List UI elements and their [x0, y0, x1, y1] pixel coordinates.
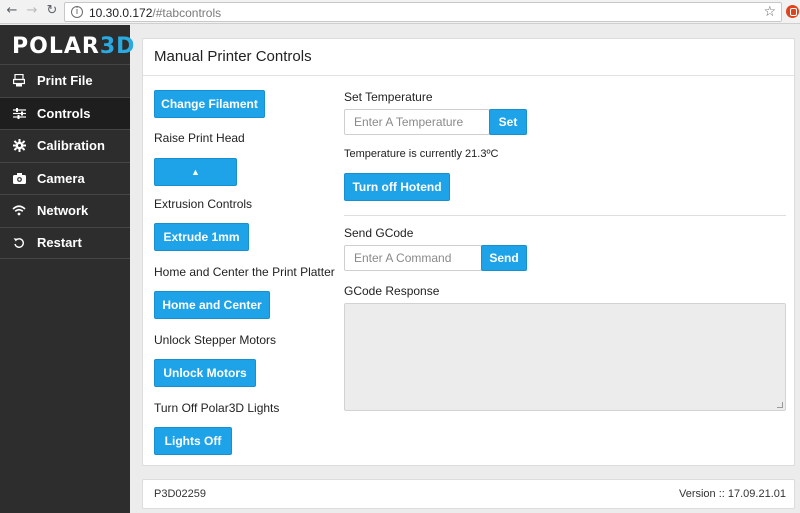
sidebar-item-label: Restart: [37, 235, 82, 251]
change-filament-button[interactable]: Change Filament: [154, 90, 265, 118]
controls-panel: Manual Printer Controls Change Filament …: [142, 38, 795, 466]
polar3d-logo[interactable]: POLAR3D: [12, 34, 135, 60]
send-gcode-label: Send GCode: [344, 226, 414, 240]
browser-toolbar: ← → ↻ i 10.30.0.172/#tabcontrols ☆: [0, 0, 800, 24]
bookmark-star-icon[interactable]: ☆: [763, 4, 776, 20]
extrusion-controls-label: Extrusion Controls: [154, 197, 253, 211]
sidebar-nav: Print File Controls Calibration Camera N…: [0, 64, 130, 259]
sidebar-item-camera[interactable]: Camera: [0, 161, 130, 195]
sidebar-item-label: Camera: [37, 170, 85, 186]
sidebar-item-controls[interactable]: Controls: [0, 96, 130, 129]
gcode-command-input[interactable]: [344, 245, 482, 271]
printer-icon: [12, 74, 26, 88]
set-temperature-label: Set Temperature: [344, 90, 433, 104]
sidebar-item-restart[interactable]: Restart: [0, 226, 130, 259]
url-path: /#tabcontrols: [152, 6, 222, 20]
sliders-icon: [12, 106, 26, 120]
sidebar-item-label: Controls: [37, 105, 91, 121]
extrude-button[interactable]: Extrude 1mm: [154, 223, 249, 251]
logo-text-3d: 3D: [99, 34, 136, 59]
sidebar-item-calibration[interactable]: Calibration: [0, 129, 130, 162]
extension-icon[interactable]: [786, 5, 799, 18]
forward-icon[interactable]: →: [24, 3, 40, 19]
section-divider: [344, 215, 786, 216]
raise-print-head-label: Raise Print Head: [154, 131, 245, 145]
printer-serial: P3D02259: [154, 488, 206, 500]
sidebar-item-label: Print File: [37, 73, 93, 89]
raise-head-button[interactable]: ▲: [154, 158, 237, 186]
lights-off-button[interactable]: Lights Off: [154, 427, 232, 455]
title-divider: [143, 75, 794, 76]
gear-icon: [12, 139, 26, 153]
sidebar: POLAR3D Print File Controls Calibration …: [0, 25, 134, 513]
set-temperature-button[interactable]: Set: [489, 109, 527, 135]
sidebar-item-label: Calibration: [37, 138, 105, 154]
version-text: Version :: 17.09.21.01: [678, 488, 786, 500]
turn-off-hotend-button[interactable]: Turn off Hotend: [344, 173, 450, 201]
home-center-button[interactable]: Home and Center: [154, 291, 270, 319]
info-icon[interactable]: i: [71, 6, 83, 18]
gcode-response-label: GCode Response: [344, 284, 440, 298]
logo-text-polar: POLAR: [12, 34, 100, 59]
page-title: Manual Printer Controls: [154, 48, 312, 65]
unlock-motors-label: Unlock Stepper Motors: [154, 333, 277, 347]
resize-handle[interactable]: [777, 402, 783, 408]
restart-icon: [12, 236, 26, 250]
sidebar-item-network[interactable]: Network: [0, 194, 130, 227]
sidebar-item-print-file[interactable]: Print File: [0, 64, 130, 97]
gcode-response-textarea[interactable]: [344, 303, 786, 411]
url-host: 10.30.0.172: [89, 6, 153, 20]
camera-icon: [12, 171, 26, 185]
back-icon[interactable]: ←: [4, 3, 20, 19]
unlock-motors-button[interactable]: Unlock Motors: [154, 359, 256, 387]
home-center-label: Home and Center the Print Platter: [154, 265, 335, 279]
sidebar-item-label: Network: [37, 203, 89, 219]
temperature-status: Temperature is currently 21.3ºC: [344, 148, 499, 160]
url-text[interactable]: 10.30.0.172/#tabcontrols: [89, 6, 221, 20]
reload-icon[interactable]: ↻: [44, 3, 60, 19]
footer: P3D02259 Version :: 17.09.21.01: [142, 479, 795, 509]
temperature-input[interactable]: [344, 109, 490, 135]
lights-off-label: Turn Off Polar3D Lights: [154, 401, 280, 415]
address-bar[interactable]: i 10.30.0.172/#tabcontrols ☆: [64, 2, 782, 22]
wifi-icon: [12, 204, 26, 218]
send-gcode-button[interactable]: Send: [481, 245, 527, 271]
